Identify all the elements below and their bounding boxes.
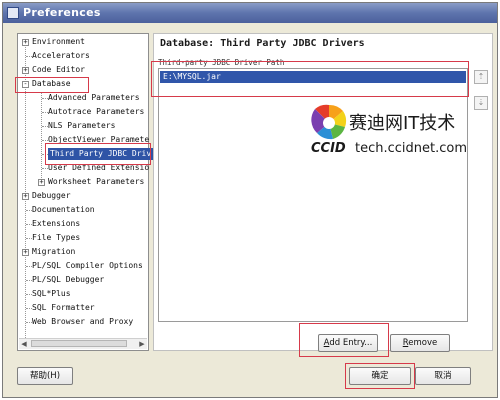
tree-horizontal-scrollbar[interactable]: ◀ ▶ [19, 338, 147, 349]
list-item[interactable]: E:\MYSQL.jar [160, 71, 466, 83]
tree-item-database[interactable]: Database [32, 78, 71, 90]
expand-icon[interactable]: + [22, 249, 29, 256]
scroll-right-icon[interactable]: ▶ [137, 339, 147, 349]
tree-item-worksheet-parameters[interactable]: Worksheet Parameters [48, 176, 144, 188]
tree-item-user-defined-extensions[interactable]: User Defined Extensio [48, 162, 149, 174]
tree-item-documentation[interactable]: Documentation [32, 204, 95, 216]
tree-item-migration[interactable]: Migration [32, 246, 75, 258]
tree-item-extensions[interactable]: Extensions [32, 218, 80, 230]
watermark-url: tech.ccidnet.com [355, 141, 468, 156]
add-entry-button[interactable]: Add Entry... [318, 334, 378, 352]
ccid-watermark: 赛迪网IT技术 CCID tech.ccidnet.com [311, 103, 481, 163]
expand-icon[interactable]: + [22, 193, 29, 200]
tree-item-sql-formatter[interactable]: SQL Formatter [32, 302, 95, 314]
window-icon [7, 7, 19, 19]
tree-item-file-types[interactable]: File Types [32, 232, 80, 244]
collapse-icon[interactable]: - [22, 81, 29, 88]
title-bar[interactable]: Preferences [3, 3, 497, 23]
cancel-button[interactable]: 取消 [415, 367, 471, 385]
tree-item-objectviewer-parameters[interactable]: ObjectViewer Paramete [48, 134, 149, 146]
tree-item-code-editor[interactable]: Code Editor [32, 64, 85, 76]
expand-icon[interactable]: + [22, 67, 29, 74]
tree-item-sqlplus[interactable]: SQL*Plus [32, 288, 71, 300]
watermark-brand: CCID [311, 141, 346, 156]
scroll-thumb[interactable] [31, 340, 127, 347]
tree-item-debugger[interactable]: Debugger [32, 190, 71, 202]
expand-icon[interactable]: + [22, 39, 29, 46]
tree-item-autotrace-parameters[interactable]: Autotrace Parameters [48, 106, 144, 118]
content-panel: Database: Third Party JDBC Drivers Third… [153, 33, 493, 352]
help-button[interactable]: 帮助(H) [17, 367, 73, 385]
tree-item-plsql-debugger[interactable]: PL/SQL Debugger [32, 274, 104, 286]
window-title: Preferences [23, 6, 101, 19]
tree-item-nls-parameters[interactable]: NLS Parameters [48, 120, 115, 132]
scroll-left-icon[interactable]: ◀ [19, 339, 29, 349]
expand-icon[interactable]: + [38, 179, 45, 186]
tree-item-advanced-parameters[interactable]: Advanced Parameters [48, 92, 140, 104]
preferences-dialog: Preferences + Environment Accelerators +… [2, 2, 498, 398]
page-title: Database: Third Party JDBC Drivers [160, 38, 365, 49]
tree-item-plsql-compiler-options[interactable]: PL/SQL Compiler Options [32, 260, 143, 272]
driver-path-label: Third-party JDBC Driver Path [158, 58, 285, 67]
tree-item-accelerators[interactable]: Accelerators [32, 50, 90, 62]
ccid-logo-icon [311, 104, 347, 140]
ok-button[interactable]: 确定 [349, 367, 411, 385]
move-up-icon[interactable]: ⇡ [474, 70, 488, 84]
watermark-chinese-text: 赛迪网IT技术 [349, 113, 456, 134]
tree-item-third-party-jdbc-drivers[interactable]: Third Party JDBC Driv [48, 148, 154, 160]
preferences-tree: + Environment Accelerators + Code Editor… [17, 33, 154, 351]
tree-connector [41, 92, 42, 184]
remove-button[interactable]: Remove [390, 334, 450, 352]
tree-item-web-browser-and-proxy[interactable]: Web Browser and Proxy [32, 316, 133, 328]
tree-item-environment[interactable]: Environment [32, 36, 85, 48]
